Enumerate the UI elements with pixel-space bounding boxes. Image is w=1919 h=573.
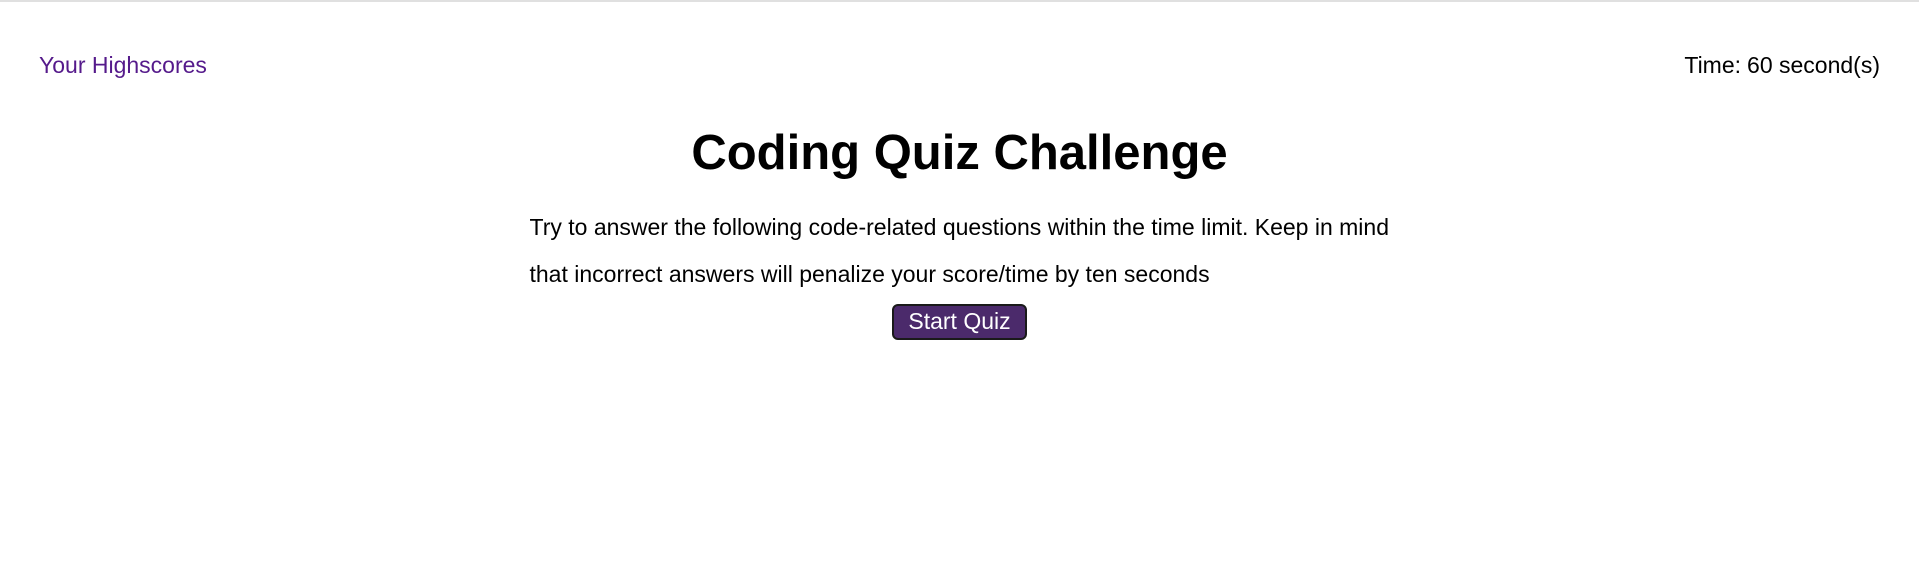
timer-label: Time: [1684, 52, 1742, 78]
timer: Time: 60 second(s) [1684, 52, 1880, 79]
page-header: Your Highscores Time: 60 second(s) [0, 52, 1919, 82]
start-quiz-button[interactable]: Start Quiz [892, 304, 1027, 340]
highscores-link[interactable]: Your Highscores [39, 52, 207, 79]
page-title: Coding Quiz Challenge [691, 126, 1228, 180]
quiz-instructions: Try to answer the following code-related… [529, 214, 1390, 287]
timer-value: 60 second(s) [1747, 52, 1880, 78]
top-border [0, 0, 1919, 2]
quiz-intro: Coding Quiz Challenge Try to answer the … [0, 122, 1919, 340]
